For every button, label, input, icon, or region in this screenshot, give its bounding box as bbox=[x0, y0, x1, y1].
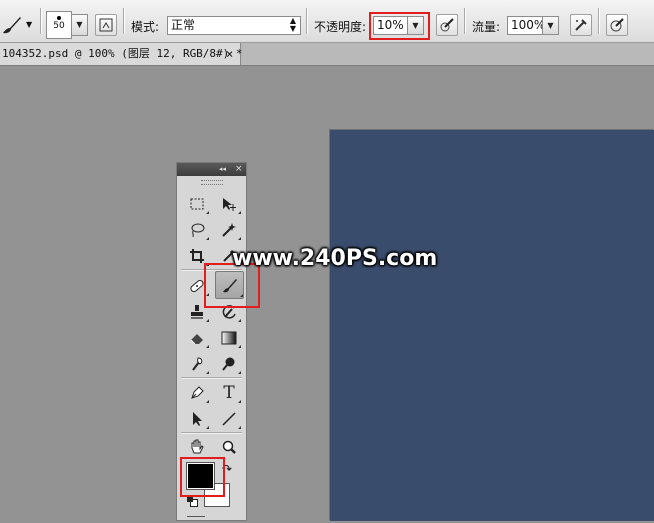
brush-panel-toggle-icon[interactable] bbox=[95, 14, 117, 36]
document-tab-close-icon[interactable]: × bbox=[226, 43, 233, 65]
gradient-tool-icon[interactable] bbox=[217, 327, 241, 349]
tablet-pressure-opacity-icon[interactable] bbox=[436, 14, 458, 36]
document-tab-title: 104352.psd @ 100% (图层 12, RGB/8#) * bbox=[2, 47, 243, 60]
options-bar: ▼ 50 ▼ 模式: 正常 ▲ ▼ 不透明度: 10% ▼ 流量: 100% ▼ bbox=[0, 0, 654, 43]
tool-preset-dropdown-arrow[interactable]: ▼ bbox=[26, 20, 32, 29]
zoom-tool-icon[interactable] bbox=[217, 436, 241, 458]
brush-size-value: 50 bbox=[53, 21, 65, 31]
brush-size-picker[interactable]: 50 bbox=[46, 11, 72, 39]
document-tab-strip: 104352.psd @ 100% (图层 12, RGB/8#) * × bbox=[0, 43, 654, 66]
opacity-label: 不透明度: bbox=[314, 20, 367, 34]
airbrush-icon[interactable] bbox=[570, 14, 592, 36]
document-canvas[interactable] bbox=[330, 130, 654, 521]
opacity-highlight-box bbox=[369, 12, 430, 40]
eraser-tool-icon[interactable] bbox=[185, 327, 209, 349]
brush-tip-dot-icon bbox=[57, 16, 61, 20]
quick-mask-icon[interactable] bbox=[187, 516, 205, 523]
brush-picker-dropdown-button[interactable]: ▼ bbox=[71, 14, 88, 36]
move-tool-icon[interactable] bbox=[217, 193, 241, 215]
blur-tool-icon[interactable] bbox=[185, 353, 209, 375]
foreground-color-highlight-box bbox=[180, 457, 225, 497]
select-updown-icon: ▲ ▼ bbox=[289, 16, 296, 33]
flow-label: 流量: bbox=[472, 20, 501, 34]
lasso-tool-icon[interactable] bbox=[185, 219, 209, 241]
tablet-pressure-size-icon[interactable] bbox=[606, 14, 628, 36]
panel-grip[interactable] bbox=[201, 180, 223, 185]
pen-tool-icon[interactable] bbox=[185, 382, 209, 404]
hand-tool-icon[interactable] bbox=[185, 436, 209, 458]
flow-dropdown-button[interactable]: ▼ bbox=[542, 16, 559, 35]
document-tab[interactable]: 104352.psd @ 100% (图层 12, RGB/8#) * × bbox=[0, 43, 243, 65]
flow-input[interactable]: 100% bbox=[507, 16, 545, 35]
type-tool-icon[interactable]: T bbox=[217, 382, 241, 404]
line-tool-icon[interactable] bbox=[217, 408, 241, 430]
dodge-tool-icon[interactable] bbox=[217, 353, 241, 375]
brush-tool-preset-icon[interactable] bbox=[0, 13, 24, 37]
marquee-tool-icon[interactable] bbox=[185, 193, 209, 215]
mode-label: 模式: bbox=[131, 20, 160, 34]
watermark-text: www.240PS.com bbox=[232, 246, 438, 271]
tool-group-divider bbox=[181, 377, 242, 379]
default-colors-icon[interactable] bbox=[187, 496, 198, 507]
blend-mode-select[interactable]: 正常 ▲ ▼ bbox=[167, 16, 301, 35]
close-panel-icon[interactable]: × bbox=[235, 163, 243, 176]
path-selection-tool-icon[interactable] bbox=[185, 408, 209, 430]
collapse-panel-icon[interactable]: ◂◂ bbox=[219, 163, 226, 176]
tool-group-divider bbox=[181, 432, 242, 434]
quick-selection-tool-icon[interactable] bbox=[217, 219, 241, 241]
blend-mode-value: 正常 bbox=[171, 18, 196, 32]
tools-panel-header[interactable]: ◂◂ × bbox=[177, 163, 246, 176]
